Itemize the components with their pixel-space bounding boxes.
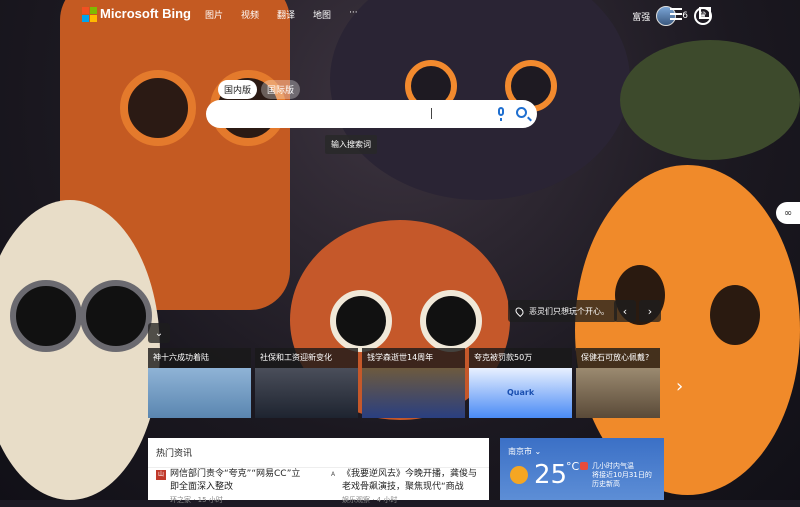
hot-news-header: 热门资讯 [148, 438, 489, 468]
text-cursor [431, 108, 432, 119]
card-image [148, 368, 251, 418]
user-name[interactable]: 富强 [632, 10, 650, 23]
news-item[interactable]: 山网信部门责令“夸克”“网易CC”立 即全面深入整改 环之家 · 15 小时 [156, 468, 300, 507]
temperature-unit: °C [566, 460, 580, 473]
card-image [576, 368, 660, 418]
sunny-icon [510, 466, 528, 484]
location-pin-icon [513, 305, 526, 317]
logo-text: Microsoft Bing [100, 6, 191, 21]
alert-icon [580, 462, 588, 470]
side-panel-button[interactable]: ∞ [776, 202, 800, 224]
news-meta: 环之家 · 15 小时 [170, 496, 223, 504]
news-card[interactable]: 神十六成功着陆 [148, 348, 251, 418]
card-image: Quark [469, 368, 572, 418]
news-cards: 神十六成功着陆 社保和工资迎新变化 钱学森逝世14周年 夸克被罚款50万 Qua… [148, 348, 660, 418]
city-name: 南京市 [508, 447, 532, 456]
card-image [362, 368, 465, 418]
cards-next-arrow-icon[interactable]: › [676, 376, 683, 397]
nav-images[interactable]: 图片 [205, 8, 223, 21]
tab-domestic[interactable]: 国内版 [218, 80, 258, 99]
chevron-down-icon: ⌄ [154, 327, 164, 339]
alert-line1: 几小时内气温 [592, 462, 634, 470]
alert-line3: 历史新高 [592, 480, 620, 488]
weather-city[interactable]: 南京市 ⌄ [508, 446, 541, 457]
search-icon[interactable] [516, 107, 527, 118]
card-title: 钱学森逝世14周年 [362, 348, 465, 368]
top-bar: Microsoft Bing 图片 视频 翻译 地图 ··· 富强 6 ♛ [0, 0, 800, 28]
background-image [0, 0, 800, 500]
top-nav: 图片 视频 翻译 地图 ··· [205, 8, 358, 21]
news-card[interactable]: 钱学森逝世14周年 [362, 348, 465, 418]
card-image [255, 368, 358, 418]
card-title: 保健石可放心佩戴? [576, 348, 660, 368]
search-tabs: 国内版 国际版 [218, 80, 301, 99]
news-card[interactable]: 社保和工资迎新变化 [255, 348, 358, 418]
microsoft-logo-icon [82, 6, 97, 22]
chevron-down-icon: ⌄ [534, 447, 542, 456]
search-input[interactable] [218, 106, 482, 124]
nav-maps[interactable]: 地图 [313, 8, 331, 21]
card-title: 夸克被罚款50万 [469, 348, 572, 368]
news-text-line1: 《我要逆风去》今晚开播，龚俊与 [342, 469, 478, 479]
tab-international[interactable]: 国际版 [261, 80, 301, 99]
nav-more[interactable]: ··· [349, 8, 358, 21]
card-title: 社保和工资迎新变化 [255, 348, 358, 368]
chevron-left-icon: ‹ [622, 304, 628, 318]
alert-line2: 将接近10月31日的 [592, 471, 652, 479]
next-image-button[interactable]: › [639, 300, 661, 322]
microphone-icon[interactable] [498, 107, 504, 121]
source-badge: 山 [156, 470, 166, 480]
news-card[interactable]: 夸克被罚款50万 Quark [469, 348, 572, 418]
news-meta: 娱乐观察 · 4 小时 [342, 496, 398, 504]
chevron-right-icon: › [647, 304, 653, 318]
news-text-line2: 老戏骨飙演技，聚焦现代“商战 [342, 482, 464, 492]
source-badge: A [328, 470, 338, 480]
weather-temperature: 25 [534, 460, 568, 490]
reward-count[interactable]: 6 [682, 11, 688, 21]
search-tooltip: 输入搜索词 [325, 135, 377, 154]
search-box[interactable] [206, 100, 537, 128]
prev-image-button[interactable]: ‹ [614, 300, 636, 322]
hamburger-menu-icon[interactable] [670, 8, 682, 23]
weather-alert[interactable]: 几小时内气温 将接近10月31日的 历史新高 [592, 462, 652, 489]
news-card[interactable]: 保健石可放心佩戴? [576, 348, 660, 418]
image-location-info[interactable]: 恶灵们只想玩个开心。 [508, 300, 617, 322]
weather-widget[interactable]: 南京市 ⌄ 25 °C 几小时内气温 将接近10月31日的 历史新高 [500, 438, 664, 500]
image-caption: 恶灵们只想玩个开心。 [529, 306, 609, 316]
news-text-line2: 即全面深入整改 [170, 482, 234, 492]
qr-code-icon[interactable] [699, 7, 711, 19]
news-text-line1: 网信部门责令“夸克”“网易CC”立 [170, 469, 301, 479]
news-item[interactable]: A 《我要逆风去》今晚开播，龚俊与 老戏骨飙演技，聚焦现代“商战 娱乐观察 · 4… [328, 468, 477, 507]
hot-news-panel: 热门资讯 山网信部门责令“夸克”“网易CC”立 即全面深入整改 环之家 · 15… [148, 438, 489, 504]
bing-logo[interactable]: Microsoft Bing [82, 6, 191, 22]
nav-translate[interactable]: 翻译 [277, 8, 295, 21]
nav-videos[interactable]: 视频 [241, 8, 259, 21]
collapse-feed-button[interactable]: ⌄ [148, 323, 170, 343]
quark-label: Quark [507, 388, 535, 397]
card-title: 神十六成功着陆 [148, 348, 251, 368]
